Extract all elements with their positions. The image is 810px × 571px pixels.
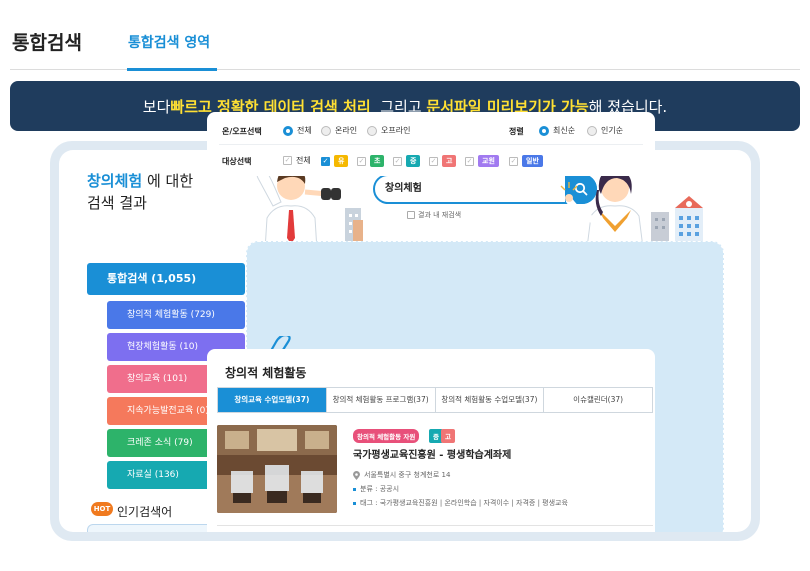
- target-elementary-tag: 초: [370, 155, 385, 167]
- online-all-radio[interactable]: [283, 125, 293, 136]
- online-online-radio[interactable]: [321, 125, 331, 136]
- results-panel: [246, 241, 724, 532]
- sidebar-item-resources[interactable]: 자료실 (136): [107, 461, 245, 489]
- target-option-elementary[interactable]: ✓ 초: [357, 155, 385, 167]
- popular-keywords-heading: 인기검색어: [117, 505, 173, 519]
- sort-label: 정렬: [509, 127, 524, 136]
- search-input[interactable]: [385, 181, 555, 192]
- result-heading-suffix: 에 대한: [142, 172, 194, 190]
- target-general-tag: 일반: [522, 155, 543, 167]
- target-filter-label: 대상선택: [222, 157, 252, 166]
- online-offline-label: 오프라인: [381, 126, 411, 135]
- sort-option-popular[interactable]: 인기순: [587, 125, 623, 136]
- target-option-general[interactable]: ✓ 일반: [509, 155, 543, 167]
- target-all-label: 전체: [296, 156, 311, 165]
- target-middle-checkbox[interactable]: ✓: [393, 156, 402, 166]
- filter-card: 온/오프선택 전체 온라인 오프라인 정렬 최신순 인기순 대상선택 ✓ 전체 ✓…: [207, 112, 655, 176]
- target-option-all[interactable]: ✓ 전체: [283, 155, 311, 166]
- target-option-kinder[interactable]: ✓ 유: [321, 155, 349, 167]
- target-middle-tag: 중: [406, 155, 421, 167]
- target-kinder-tag: 유: [334, 155, 349, 167]
- target-high-checkbox[interactable]: ✓: [429, 156, 438, 166]
- sidebar-item-creative-education[interactable]: 창의교육 (101): [107, 365, 245, 393]
- sidebar-item-field-trip[interactable]: 현장체험활동 (10): [107, 333, 245, 361]
- sort-popular-label: 인기순: [601, 126, 624, 135]
- sort-latest-radio[interactable]: [539, 125, 549, 136]
- online-all-label: 전체: [297, 126, 312, 135]
- result-heading-line2: 검색 결과: [87, 194, 147, 212]
- target-option-teacher[interactable]: ✓ 교원: [465, 155, 499, 167]
- target-high-tag: 고: [442, 155, 457, 167]
- page-title: 통합검색: [12, 32, 82, 54]
- target-option-middle[interactable]: ✓ 중: [393, 155, 421, 167]
- online-option-offline[interactable]: 오프라인: [367, 125, 410, 136]
- search-in-result-checkbox[interactable]: [407, 211, 415, 219]
- filter-divider: [219, 144, 643, 145]
- sidebar-item-creative-activity[interactable]: 창의적 체험활동 (729): [107, 301, 245, 329]
- target-teacher-checkbox[interactable]: ✓: [465, 156, 474, 166]
- online-option-online[interactable]: 온라인: [321, 125, 357, 136]
- online-online-label: 온라인: [335, 126, 358, 135]
- page: 통합검색 통합검색 영역 보다 빠르고 정확한 데이터 검색 처리 그리고 문서…: [0, 0, 810, 571]
- search-in-result-option[interactable]: 결과 내 재검색: [407, 210, 461, 220]
- popular-keywords-box: [87, 524, 235, 532]
- target-elementary-checkbox[interactable]: ✓: [357, 156, 366, 166]
- target-option-high[interactable]: ✓ 고: [429, 155, 457, 167]
- tab-integrated-search[interactable]: 통합검색 영역: [128, 32, 210, 52]
- banner-prefix: 보다: [142, 97, 171, 116]
- sort-latest-label: 최신순: [553, 126, 576, 135]
- target-teacher-tag: 교원: [478, 155, 499, 167]
- hot-badge: HOT: [91, 502, 113, 516]
- online-offline-radio[interactable]: [367, 125, 377, 136]
- sidebar-item-sustainable-education[interactable]: 지속가능발전교육 (0): [107, 397, 245, 425]
- search-in-result-label: 결과 내 재검색: [418, 211, 462, 219]
- paperclip-icon: [266, 336, 291, 366]
- result-heading: 창의체험 에 대한 검색 결과: [87, 170, 193, 214]
- target-general-checkbox[interactable]: ✓: [509, 156, 518, 166]
- result-keyword: 창의체험: [87, 172, 143, 190]
- online-option-all[interactable]: 전체: [283, 125, 312, 136]
- target-kinder-checkbox[interactable]: ✓: [321, 156, 330, 166]
- target-all-checkbox[interactable]: ✓: [283, 156, 292, 165]
- preview-screen: 창의체험 에 대한 검색 결과 창의체험 결과 내 재검색 통합검색 (1,05…: [59, 150, 751, 532]
- tab-active-indicator: [127, 68, 217, 71]
- sort-option-latest[interactable]: 최신순: [539, 125, 575, 136]
- sort-popular-radio[interactable]: [587, 125, 597, 136]
- sidebar-item-integrated[interactable]: 통합검색 (1,055): [87, 263, 245, 295]
- sidebar-item-crezone-news[interactable]: 크레존 소식 (79): [107, 429, 245, 457]
- online-filter-label: 온/오프선택: [222, 127, 262, 136]
